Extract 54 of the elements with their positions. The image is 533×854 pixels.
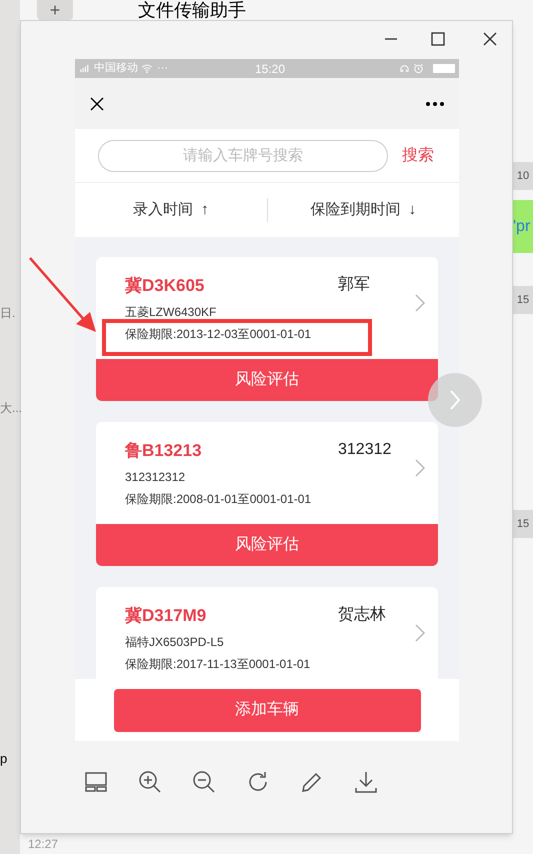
- sort-button[interactable]: 保险到期时间 ↓: [268, 198, 459, 222]
- owner-name: 贺志林: [338, 604, 386, 625]
- risk-assessment-button[interactable]: 风险评估: [96, 524, 438, 566]
- owner-name: 郭军: [338, 274, 370, 295]
- chat-time: 12:27: [28, 837, 58, 852]
- insurance-period: 保险期限:2013-12-03至0001-01-01: [125, 326, 312, 343]
- zoom-in-icon[interactable]: [138, 770, 162, 794]
- download-icon[interactable]: [354, 770, 378, 794]
- carrier-name: 中国移动: [94, 61, 138, 76]
- timestamp: 15: [513, 286, 533, 314]
- license-plate: 冀D317M9: [125, 605, 206, 627]
- vehicle-model: 福特JX6503PD-L5: [125, 634, 224, 651]
- close-icon[interactable]: [89, 96, 105, 112]
- alarm-icon: [413, 63, 424, 74]
- vehicle-card[interactable]: 冀D3K605 郭军 五菱LZW6430KF 保险期限:2013-12-03至0001-01-01 风险评估: [96, 257, 438, 401]
- sort-button[interactable]: 录入时间 ↑: [75, 198, 266, 222]
- risk-assessment-button[interactable]: 风险评估: [96, 359, 438, 401]
- vehicle-model: 五菱LZW6430KF: [125, 304, 216, 321]
- signal-icon: [79, 63, 91, 74]
- timestamp: 10: [513, 162, 533, 190]
- message-bubble: 'pr: [513, 200, 533, 253]
- battery-icon: [433, 64, 455, 73]
- chat-preview: 日.: [0, 305, 16, 322]
- chevron-right-icon: [449, 389, 461, 411]
- chevron-right-icon: [414, 458, 426, 478]
- chat-preview: 大...: [0, 400, 22, 417]
- vehicle-model: 312312312: [125, 469, 186, 486]
- headset-icon: [399, 63, 410, 74]
- add-chat-button[interactable]: +: [37, 0, 73, 20]
- timestamp: 15: [513, 510, 533, 538]
- maximize-icon[interactable]: [430, 31, 446, 47]
- insurance-period: 保险期限:2008-01-01至0001-01-01: [125, 491, 312, 508]
- search-button[interactable]: 搜索: [402, 144, 434, 168]
- owner-name: 312312: [338, 440, 392, 460]
- chat-name: p: [0, 750, 8, 768]
- status-time: 15:20: [255, 60, 286, 78]
- search-field[interactable]: 请输入车牌号搜索: [98, 140, 388, 172]
- pencil-icon[interactable]: [300, 770, 324, 794]
- pointer-arrow-icon: [28, 256, 98, 334]
- thumbnails-icon[interactable]: [84, 770, 108, 794]
- license-plate: 鲁B13213: [125, 440, 202, 462]
- status-dots: ···: [157, 61, 168, 76]
- close-icon[interactable]: [482, 31, 498, 47]
- zoom-out-icon[interactable]: [192, 770, 216, 794]
- license-plate: 冀D3K605: [125, 275, 204, 297]
- insurance-period: 保险期限:2017-11-13至0001-01-01: [125, 656, 310, 673]
- vehicle-card[interactable]: 鲁B13213 312312 312312312 保险期限:2008-01-01至0001-01-01 风险评估: [96, 422, 438, 566]
- chevron-right-icon: [414, 623, 426, 643]
- vehicle-card[interactable]: 冀D317M9 贺志林 福特JX6503PD-L5 保险期限:2017-11-13至0001-01-01: [96, 587, 438, 679]
- chevron-right-icon: [414, 293, 426, 313]
- more-icon[interactable]: [425, 100, 445, 106]
- add-vehicle-button[interactable]: 添加车辆: [114, 688, 420, 732]
- wifi-icon: [141, 63, 153, 74]
- chat-title: 文件传输助手: [138, 0, 246, 20]
